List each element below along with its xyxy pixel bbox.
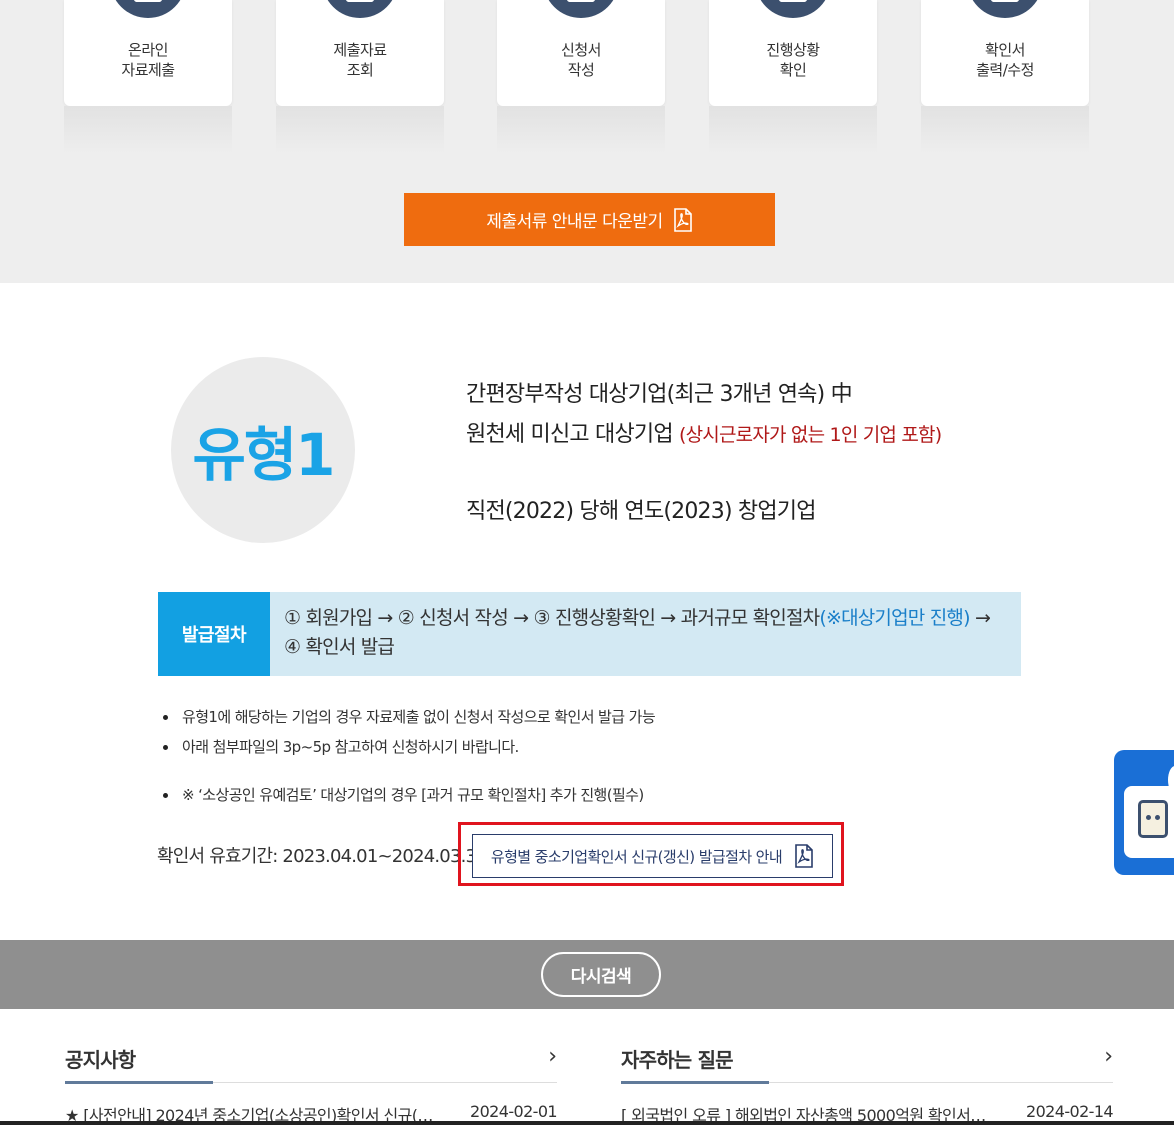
step-card-progress[interactable]: 진행상황확인 (709, 0, 877, 154)
download-guide-label: 제출서류 안내문 다운받기 (486, 212, 663, 232)
procedure-guide-label: 유형별 중소기업확인서 신규(갱신) 발급절차 안내 (490, 847, 783, 866)
pdf-icon (794, 844, 814, 868)
chatbot-widget[interactable] (1114, 750, 1174, 875)
notes-list: 유형1에 해당하는 기업의 경우 자료제출 없이 신청서 작성으로 확인서 발급… (160, 702, 656, 762)
steps-section: 온라인자료제출 제출자료조회 신청서작성 진행상황확인 확인서출력/수정 제출서… (0, 0, 1174, 283)
progress-status-icon (755, 0, 831, 18)
faq-item-date: 2024-02-14 (1026, 1102, 1114, 1121)
step-label-line1: 제출자료 (333, 41, 387, 59)
step-label-line2: 출력/수정 (976, 61, 1034, 79)
type-badge: 유형1 (171, 357, 355, 543)
page: 온라인자료제출 제출자료조회 신청서작성 진행상황확인 확인서출력/수정 제출서… (0, 0, 1174, 1125)
step-label-line2: 확인 (779, 61, 807, 79)
description-line3: 직전(2022) 당해 연도(2023) 창업기업 (466, 499, 817, 524)
step-label-line1: 온라인 (128, 41, 168, 59)
validity-period: 확인서 유효기간: 2023.04.01~2024.03.31 (157, 846, 488, 867)
step-label-line2: 조회 (346, 61, 374, 79)
online-submit-icon (110, 0, 186, 18)
step-label-line2: 작성 (567, 61, 595, 79)
step-label-line1: 신청서 (561, 41, 601, 59)
procedure-head: 발급절차 (158, 592, 270, 676)
step-label-line1: 확인서 (985, 41, 1025, 59)
description-line1: 간편장부작성 대상기업(최근 3개년 연속) 中 (466, 382, 853, 407)
step-card-application[interactable]: 신청서작성 (497, 0, 665, 154)
notice-title: 공지사항 (65, 1048, 136, 1072)
description-line2: 원천세 미신고 대상기업 (상시근로자가 없는 1인 기업 포함) (466, 416, 942, 448)
step-label-line1: 진행상황 (766, 41, 820, 59)
procedure-steps: ① 회원가입 → ② 신청서 작성 → ③ 진행상황확인 → 과거규모 확인절차… (284, 604, 1009, 662)
notice-item-date: 2024-02-01 (470, 1102, 558, 1121)
notice-more-chevron-icon[interactable]: › (548, 1044, 557, 1069)
step-card-online-submit[interactable]: 온라인자료제출 (64, 0, 232, 154)
chatbot-robot-icon (1138, 800, 1168, 838)
faq-title: 자주하는 질문 (621, 1048, 734, 1072)
procedure-guide-download-button[interactable]: 유형별 중소기업확인서 신규(갱신) 발급절차 안내 (472, 834, 833, 878)
bottom-edge (0, 1121, 1174, 1125)
description-line2-note: (상시근로자가 없는 1인 기업 포함) (679, 424, 942, 446)
procedure-text-before: ① 회원가입 → ② 신청서 작성 → ③ 진행상황확인 → 과거규모 확인절차 (284, 607, 820, 629)
list-item: 아래 첨부파일의 3p~5p 참고하여 신청하시기 바랍니다. (160, 732, 655, 762)
faq-more-chevron-icon[interactable]: › (1104, 1044, 1113, 1069)
type-badge-text: 유형1 (192, 421, 335, 489)
list-item: ※ ‘소상공인 유예검토’ 대상기업의 경우 [과거 규모 확인절차] 추가 진… (160, 780, 644, 810)
certificate-print-icon (967, 0, 1043, 18)
pdf-icon (673, 207, 693, 232)
download-guide-button[interactable]: 제출서류 안내문 다운받기 (404, 193, 775, 246)
issuance-procedure: 발급절차 ① 회원가입 → ② 신청서 작성 → ③ 진행상황확인 → 과거규모… (158, 592, 1021, 676)
list-item: 유형1에 해당하는 기업의 경우 자료제출 없이 신청서 작성으로 확인서 발급… (160, 702, 656, 732)
step-card-submitted-lookup[interactable]: 제출자료조회 (276, 0, 444, 154)
application-form-icon (543, 0, 619, 18)
description-line2-main: 원천세 미신고 대상기업 (466, 422, 674, 447)
document-lookup-icon (322, 0, 398, 18)
notes-list-extra: ※ ‘소상공인 유예검토’ 대상기업의 경우 [과거 규모 확인절차] 추가 진… (160, 780, 644, 810)
step-card-certificate-print[interactable]: 확인서출력/수정 (921, 0, 1089, 154)
step-label-line2: 자료제출 (121, 61, 175, 79)
procedure-text-highlight: (※대상기업만 진행) (819, 607, 970, 629)
research-button[interactable]: 다시검색 (541, 952, 661, 997)
